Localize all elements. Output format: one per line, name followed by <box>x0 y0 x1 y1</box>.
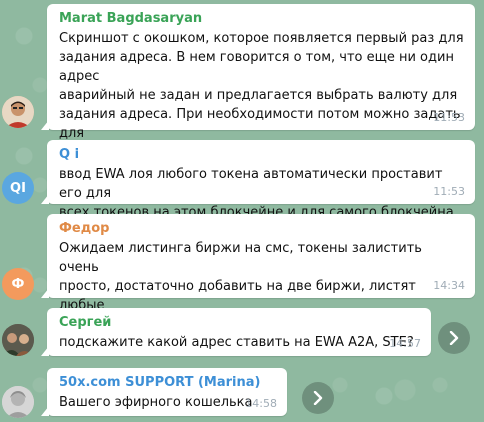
message-bubble[interactable]: Сергей подскажите какой адрес ставить на… <box>41 308 431 356</box>
message-text: Вашего эфирного кошелька <box>59 395 253 410</box>
avatar[interactable] <box>2 324 34 356</box>
sender-name[interactable]: Федор <box>59 221 464 237</box>
avatar[interactable]: Ф <box>2 268 34 300</box>
sender-name[interactable]: Q i <box>59 147 464 163</box>
message-time: 14:57 <box>389 337 421 350</box>
avatar[interactable] <box>2 96 34 128</box>
user-photo-icon <box>2 324 34 356</box>
message-time: 11:53 <box>433 111 465 124</box>
message-bubble[interactable]: Федор Ожидаем листинга биржи на смс, ток… <box>41 214 475 332</box>
message-text: подскажите какой адрес ставить на EWA A2… <box>59 335 414 350</box>
chevron-right-icon <box>449 331 459 345</box>
sender-name[interactable]: Сергей <box>59 315 420 331</box>
message-time: 11:53 <box>433 185 465 198</box>
avatar[interactable]: QI <box>2 172 34 204</box>
forward-button[interactable] <box>302 382 334 414</box>
avatar-initials: Ф <box>11 276 25 292</box>
message-time: 14:34 <box>433 279 465 292</box>
avatar-initials: QI <box>10 180 26 196</box>
message-bubble[interactable]: 50x.com SUPPORT (Marina) Вашего эфирного… <box>41 368 287 416</box>
forward-button[interactable] <box>438 322 470 354</box>
message-time: 14:58 <box>245 397 277 410</box>
user-photo-icon <box>2 96 34 128</box>
message-bubble[interactable]: Marat Bagdasaryan Скриншот с окошком, ко… <box>41 4 475 160</box>
user-photo-icon <box>2 386 34 418</box>
sender-name[interactable]: 50x.com SUPPORT (Marina) <box>59 375 276 391</box>
chevron-right-icon <box>313 391 323 405</box>
avatar[interactable] <box>2 386 34 418</box>
sender-name[interactable]: Marat Bagdasaryan <box>59 11 464 27</box>
message-bubble[interactable]: Q i ввод EWA лоя любого токена автоматич… <box>41 140 475 220</box>
